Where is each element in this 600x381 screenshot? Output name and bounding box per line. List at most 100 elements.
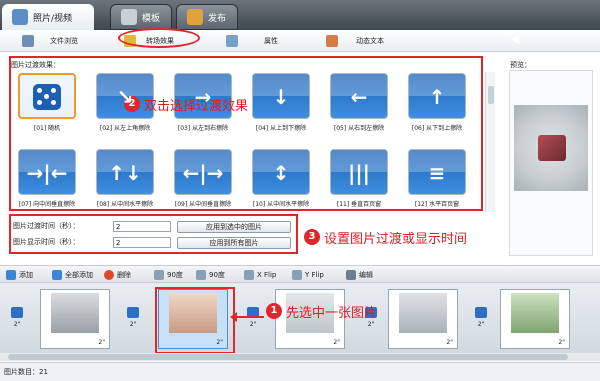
- arrow-icon: →: [194, 85, 212, 109]
- subnav-file-browse[interactable]: 文件浏览: [22, 34, 78, 48]
- effect-thumbnail: ←|→: [174, 149, 232, 195]
- step-3-badge: 3: [304, 229, 320, 245]
- xflip-icon: [244, 270, 254, 280]
- subnav-dynamic-text[interactable]: 动态文本: [326, 34, 384, 48]
- effect-name: [01] 随机: [33, 125, 61, 132]
- effect-name: [07] 向中间垂直擦除: [18, 201, 76, 208]
- timeline-transition[interactable]: 2": [122, 307, 144, 335]
- timeline-transition[interactable]: 2": [6, 307, 28, 335]
- display-time-label: 图片显示时间（秒）：: [13, 238, 80, 246]
- toolbar-label: 删除: [117, 271, 131, 279]
- effect-thumbnail: ↕: [252, 149, 310, 195]
- transition-effect-item[interactable]: ↑ [06] 从下到上擦除: [404, 73, 470, 143]
- photo-duration: 2": [333, 339, 340, 346]
- effect-thumbnail: |||: [330, 149, 388, 195]
- transition-effect-item[interactable]: ≡ [12] 水平百页窗: [404, 149, 470, 219]
- timeline-transition[interactable]: 2": [242, 307, 264, 335]
- subnav-label: 动态文本: [356, 37, 384, 45]
- effects-scrollbar[interactable]: [485, 72, 495, 212]
- transition-effect-item[interactable]: → [03] 从左到右擦除: [170, 73, 236, 143]
- transition-cube-icon: [11, 307, 23, 318]
- effect-thumbnail: [18, 73, 76, 119]
- scroll-thumb[interactable]: [488, 86, 494, 104]
- effect-thumbnail: ←: [330, 73, 388, 119]
- photo-thumbnail: [51, 293, 99, 333]
- preview-image: [514, 105, 588, 191]
- photo-duration: 2": [446, 339, 453, 346]
- transition-effect-item[interactable]: ↘ [02] 从左上角擦除: [92, 73, 158, 143]
- photo-thumbnail: [399, 293, 447, 333]
- effect-name: [06] 从下到上擦除: [411, 125, 463, 132]
- yflip-button[interactable]: Y Flip: [292, 269, 324, 281]
- transition-effect-item[interactable]: [01] 随机: [14, 73, 80, 143]
- effect-name: [02] 从左上角擦除: [99, 125, 151, 132]
- transition-effect-item[interactable]: ↑↓ [08] 从中间水平擦除: [92, 149, 158, 219]
- template-icon: [121, 9, 137, 25]
- selection-highlight-box: [155, 287, 235, 354]
- transition-cube-icon: [127, 307, 139, 318]
- photo-thumbnail: [511, 293, 559, 333]
- toolbar-label: X Flip: [257, 271, 277, 279]
- timeline-transition[interactable]: 2": [470, 307, 492, 335]
- transition-effect-item[interactable]: ↕ [10] 从中间水平擦除: [248, 149, 314, 219]
- preview-pane: [509, 70, 593, 256]
- edit-button[interactable]: 编辑: [346, 269, 373, 281]
- timeline-photo[interactable]: 2": [500, 289, 570, 349]
- scroll-thumb[interactable]: [8, 354, 568, 360]
- transition-effect-item[interactable]: ← [05] 从右到左擦除: [326, 73, 392, 143]
- timeline-photo[interactable]: 2": [40, 289, 110, 349]
- effect-name: [05] 从右到左擦除: [333, 125, 385, 132]
- toolbar-label: 全部添加: [65, 271, 93, 279]
- title-bar: 照片/视频 模板 发布: [0, 0, 600, 30]
- rotate-left-button[interactable]: 90度: [154, 269, 183, 281]
- display-time-input[interactable]: 2: [113, 237, 171, 248]
- transition-effect-item[interactable]: ←|→ [09] 从中间垂直擦除: [170, 149, 236, 219]
- magnifier-icon: [22, 35, 34, 47]
- delete-icon: [104, 270, 114, 280]
- effect-thumbnail: →|←: [18, 149, 76, 195]
- effect-name: [08] 从中间水平擦除: [96, 201, 154, 208]
- transition-duration: 2": [249, 321, 257, 328]
- xflip-button[interactable]: X Flip: [244, 269, 276, 281]
- add-all-icon: [52, 270, 62, 280]
- apply-selected-button[interactable]: 应用到选中的图片: [177, 221, 291, 233]
- transition-effect-item[interactable]: →|← [07] 向中间垂直擦除: [14, 149, 80, 219]
- add-button[interactable]: 添加: [6, 269, 33, 281]
- toolbar-label: Y Flip: [305, 271, 324, 279]
- annotation-arrow: [230, 312, 264, 322]
- add-icon: [6, 270, 16, 280]
- publish-icon: [187, 9, 203, 25]
- timeline-photo[interactable]: 2": [388, 289, 458, 349]
- rotate-right-button[interactable]: 90度: [196, 269, 225, 281]
- effect-name: [12] 水平百页窗: [414, 201, 460, 208]
- yflip-icon: [292, 270, 302, 280]
- tab-template[interactable]: 模板: [110, 4, 172, 30]
- apply-all-button[interactable]: 应用到所有图片: [177, 237, 291, 249]
- text-icon: [326, 35, 338, 47]
- arrow-icon: |||: [348, 161, 370, 185]
- add-all-button[interactable]: 全部添加: [52, 269, 93, 281]
- photo-timeline: 2" 2" 2" 2" 2" 2" 2" 2" 2" 2": [0, 283, 600, 361]
- effect-thumbnail: ↑: [408, 73, 466, 119]
- toolbar-label: 添加: [19, 271, 33, 279]
- delete-button[interactable]: 删除: [104, 269, 131, 281]
- timeline-scrollbar[interactable]: [0, 353, 600, 361]
- arrow-icon: ↘: [116, 85, 134, 109]
- transition-effect-item[interactable]: ||| [11] 垂直百页窗: [326, 149, 392, 219]
- tab-label: 发布: [208, 13, 227, 24]
- toolbar-label: 90度: [209, 271, 225, 279]
- tab-photo-video[interactable]: 照片/视频: [2, 4, 94, 30]
- transition-duration: 2": [367, 321, 375, 328]
- subnav-properties[interactable]: 属性: [226, 34, 278, 48]
- effect-name: [09] 从中间垂直擦除: [174, 201, 232, 208]
- sub-navigation: 文件浏览 转场效果 属性 动态文本: [0, 30, 600, 52]
- arrow-icon: ↑: [428, 85, 446, 109]
- transition-effect-item[interactable]: ↓ [04] 从上到下擦除: [248, 73, 314, 143]
- effect-name: [10] 从中间水平擦除: [252, 201, 310, 208]
- preview-cube-icon: [538, 135, 566, 161]
- toolbar-label: 90度: [167, 271, 183, 279]
- tab-publish[interactable]: 发布: [176, 4, 238, 30]
- transition-time-input[interactable]: 2: [113, 221, 171, 232]
- effect-name: [03] 从左到右擦除: [177, 125, 229, 132]
- photo-duration: 2": [98, 339, 105, 346]
